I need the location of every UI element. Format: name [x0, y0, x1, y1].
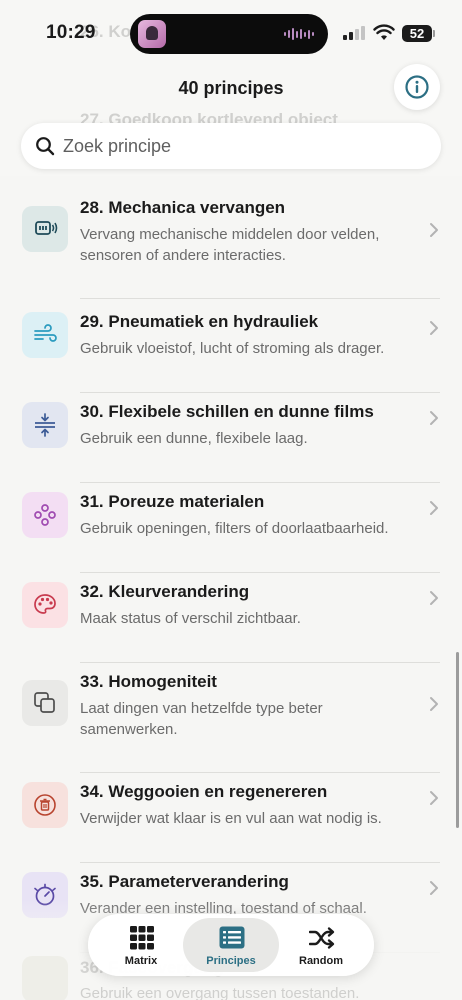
- info-icon: [405, 75, 429, 99]
- ghost-item-desc: Gebruik een overgang tussen toestanden.: [80, 985, 360, 1000]
- search-icon: [36, 137, 55, 156]
- principle-row[interactable]: 31. Poreuze materialen Gebruik openingen,…: [0, 484, 462, 574]
- row-divider: [80, 772, 440, 773]
- search-input[interactable]: [63, 135, 423, 157]
- pores-icon: [22, 492, 68, 538]
- sensor-icon: [22, 206, 68, 252]
- chevron-right-icon: [430, 321, 438, 335]
- principle-description: Gebruik vloeistof, lucht of stroming als…: [80, 340, 385, 357]
- row-divider: [80, 572, 440, 573]
- principle-title: 35. Parameterverandering: [80, 872, 289, 891]
- principle-description: Gebruik openingen, filters of doorlaatba…: [80, 520, 389, 537]
- principle-title: 28. Mechanica vervangen: [80, 198, 286, 217]
- principle-title: 29. Pneumatiek en hydrauliek: [80, 312, 319, 331]
- tab-label: Principes: [206, 955, 256, 967]
- transition-icon: [22, 956, 68, 1000]
- audio-wave-icon: [284, 28, 314, 40]
- page-title: 40 principes: [178, 78, 284, 98]
- dynamic-island[interactable]: [130, 14, 328, 54]
- principle-row[interactable]: 28. Mechanica vervangen Vervang mechanisc…: [0, 190, 462, 300]
- chevron-right-icon: [430, 591, 438, 605]
- chevron-right-icon: [430, 501, 438, 515]
- tab-principes[interactable]: Principes: [183, 918, 279, 972]
- tab-bar: Matrix Principes Random: [88, 914, 374, 976]
- shuffle-icon: [309, 927, 335, 949]
- principle-description: Maak status of verschil zichtbaar.: [80, 610, 301, 627]
- battery-indicator: 52: [402, 25, 435, 42]
- trash-icon: [22, 782, 68, 828]
- info-button[interactable]: [394, 64, 440, 110]
- principle-description: Gebruik een dunne, flexibele laag.: [80, 430, 308, 447]
- principle-title: 31. Poreuze materialen: [80, 492, 265, 511]
- principle-row[interactable]: 33. Homogeniteit Laat dingen van hetzelfd…: [0, 664, 462, 774]
- principle-title: 33. Homogeniteit: [80, 672, 217, 691]
- row-divider: [80, 862, 440, 863]
- chevron-right-icon: [430, 881, 438, 895]
- chevron-right-icon: [430, 697, 438, 711]
- now-playing-thumbnail: [138, 20, 166, 48]
- row-divider: [80, 392, 440, 393]
- row-divider: [80, 662, 440, 663]
- copy-icon: [22, 680, 68, 726]
- principle-description: Vervang mechanische middelen door velden…: [80, 226, 380, 264]
- wind-icon: [22, 312, 68, 358]
- tab-random[interactable]: Random: [273, 918, 369, 972]
- tab-matrix[interactable]: Matrix: [93, 918, 189, 972]
- chevron-right-icon: [430, 411, 438, 425]
- principle-description: Laat dingen van hetzelfde type beter sam…: [80, 700, 323, 738]
- principle-row[interactable]: 29. Pneumatiek en hydrauliek Gebruik vloe…: [0, 304, 462, 394]
- row-divider: [80, 482, 440, 483]
- chevron-right-icon: [430, 223, 438, 237]
- cellular-signal-icon: [343, 26, 365, 40]
- principle-row[interactable]: 34. Weggooien en regenereren Verwijder wa…: [0, 774, 462, 864]
- principle-row[interactable]: 30. Flexibele schillen en dunne films Geb…: [0, 394, 462, 484]
- principle-description: Verwijder wat klaar is en vul aan wat no…: [80, 810, 382, 827]
- grid-icon: [130, 926, 154, 950]
- tab-label: Random: [299, 955, 343, 967]
- tab-label: Matrix: [124, 955, 158, 967]
- status-bar: 10:29 52: [0, 0, 462, 60]
- wifi-icon: [373, 24, 395, 40]
- scroll-indicator[interactable]: [456, 652, 459, 828]
- list-icon: [219, 926, 245, 949]
- chevron-right-icon: [430, 791, 438, 805]
- row-divider: [80, 298, 440, 299]
- principle-title: 34. Weggooien en regenereren: [80, 782, 328, 801]
- principle-title: 30. Flexibele schillen en dunne films: [80, 402, 374, 421]
- palette-icon: [22, 582, 68, 628]
- principle-title: 32. Kleurverandering: [80, 582, 250, 601]
- compress-icon: [22, 402, 68, 448]
- search-bar[interactable]: [21, 123, 441, 169]
- principle-row[interactable]: 32. Kleurverandering Maak status of versc…: [0, 574, 462, 664]
- status-time: 10:29: [46, 22, 96, 43]
